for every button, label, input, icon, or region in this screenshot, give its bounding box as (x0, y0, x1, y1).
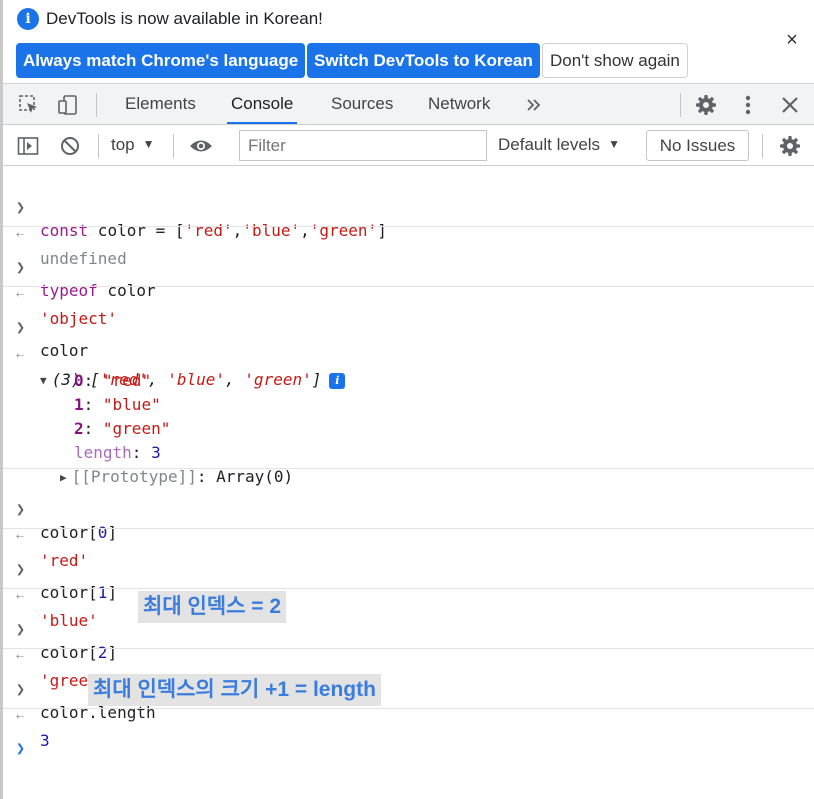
close-icon[interactable]: × (780, 28, 804, 52)
context-selector[interactable]: top ▼ (111, 125, 155, 165)
console-toolbar: top ▼ Default levels ▼ No Issues (3, 125, 814, 166)
console-output[interactable]: ❯ const color = ['red','blue','green'] ⇠… (3, 166, 814, 799)
toolbar-divider (762, 134, 763, 158)
entry-divider (3, 648, 814, 649)
dont-show-again-button[interactable]: Don't show again (542, 43, 688, 78)
array-property-line: 1: "blue" (3, 369, 814, 414)
entry-divider (3, 468, 814, 469)
prototype-line[interactable]: ▶ [[Prototype]]: Array(0) (3, 441, 814, 486)
array-property-line: 0: "red" (3, 345, 814, 390)
chevron-down-icon: ▼ (608, 137, 620, 151)
array-property-line: length: 3 (3, 417, 814, 462)
close-devtools-icon[interactable] (777, 92, 803, 118)
array-preview-line[interactable]: ⇠ ▼ (3) ['red', 'blue', 'green'] i (3, 320, 814, 389)
toolbar-divider (680, 93, 681, 117)
tab-elements[interactable]: Elements (121, 84, 200, 124)
gear-icon[interactable] (693, 92, 719, 118)
console-result-line: ⇠ 'object' (3, 259, 814, 328)
filter-input[interactable] (239, 130, 487, 161)
console-settings-icon[interactable] (777, 133, 803, 159)
sidebar-toggle-icon[interactable] (15, 133, 41, 159)
console-input-line: ❯ color[0] (3, 473, 814, 542)
tab-network[interactable]: Network (424, 84, 494, 124)
entry-divider (3, 286, 814, 287)
kebab-menu-icon[interactable] (735, 92, 761, 118)
main-toolbar: Elements Console Sources Network (3, 84, 814, 125)
clear-console-icon[interactable] (57, 133, 83, 159)
console-input-line: ❯ const color = ['red','blue','green'] (3, 171, 814, 240)
console-prompt-line[interactable]: ❯ (3, 712, 814, 757)
context-label: top (111, 135, 135, 154)
log-levels-dropdown[interactable]: Default levels ▼ (498, 125, 620, 165)
active-prompt-icon: ❯ (16, 739, 26, 757)
more-tabs-icon[interactable] (521, 92, 547, 118)
console-input-line: ❯ color[1] (3, 533, 814, 602)
entry-divider (3, 588, 814, 589)
issues-button[interactable]: No Issues (646, 130, 749, 161)
console-input-line: ❯ color[2] (3, 593, 814, 662)
infobar-message: DevTools is now available in Korean! (46, 9, 323, 28)
entry-divider (3, 708, 814, 709)
switch-to-korean-button[interactable]: Switch DevTools to Korean (307, 43, 540, 78)
eye-icon[interactable] (188, 133, 214, 159)
console-result-line: ⇠ 'blue' (3, 561, 814, 630)
always-match-language-button[interactable]: Always match Chrome's language (16, 43, 306, 78)
info-icon: i (17, 8, 39, 30)
annotation-max-index: 최대 인덱스 = 2 (138, 591, 287, 623)
entry-divider (3, 226, 814, 227)
console-input-line: ❯ typeof color (3, 231, 814, 300)
toolbar-divider (96, 93, 97, 117)
device-toggle-icon[interactable] (55, 92, 81, 118)
toolbar-divider (173, 134, 174, 158)
chevron-down-icon: ▼ (142, 137, 155, 151)
tab-sources[interactable]: Sources (327, 84, 397, 124)
inspect-icon[interactable] (16, 92, 42, 118)
levels-label: Default levels (498, 135, 601, 154)
console-input-line: ❯ color (3, 291, 814, 360)
language-infobar: i DevTools is now available in Korean! ×… (3, 0, 814, 84)
console-result-line: ⇠ undefined (3, 199, 814, 268)
annotation-length-rule: 최대 인덱스의 크기 +1 = length (88, 674, 381, 706)
console-result-line: ⇠ 'green' (3, 621, 814, 690)
entry-divider (3, 528, 814, 529)
array-property-line: 2: "green" (3, 393, 814, 438)
tab-console[interactable]: Console (227, 84, 298, 124)
console-result-line: ⇠ 'red' (3, 501, 814, 570)
toolbar-divider (98, 134, 99, 158)
